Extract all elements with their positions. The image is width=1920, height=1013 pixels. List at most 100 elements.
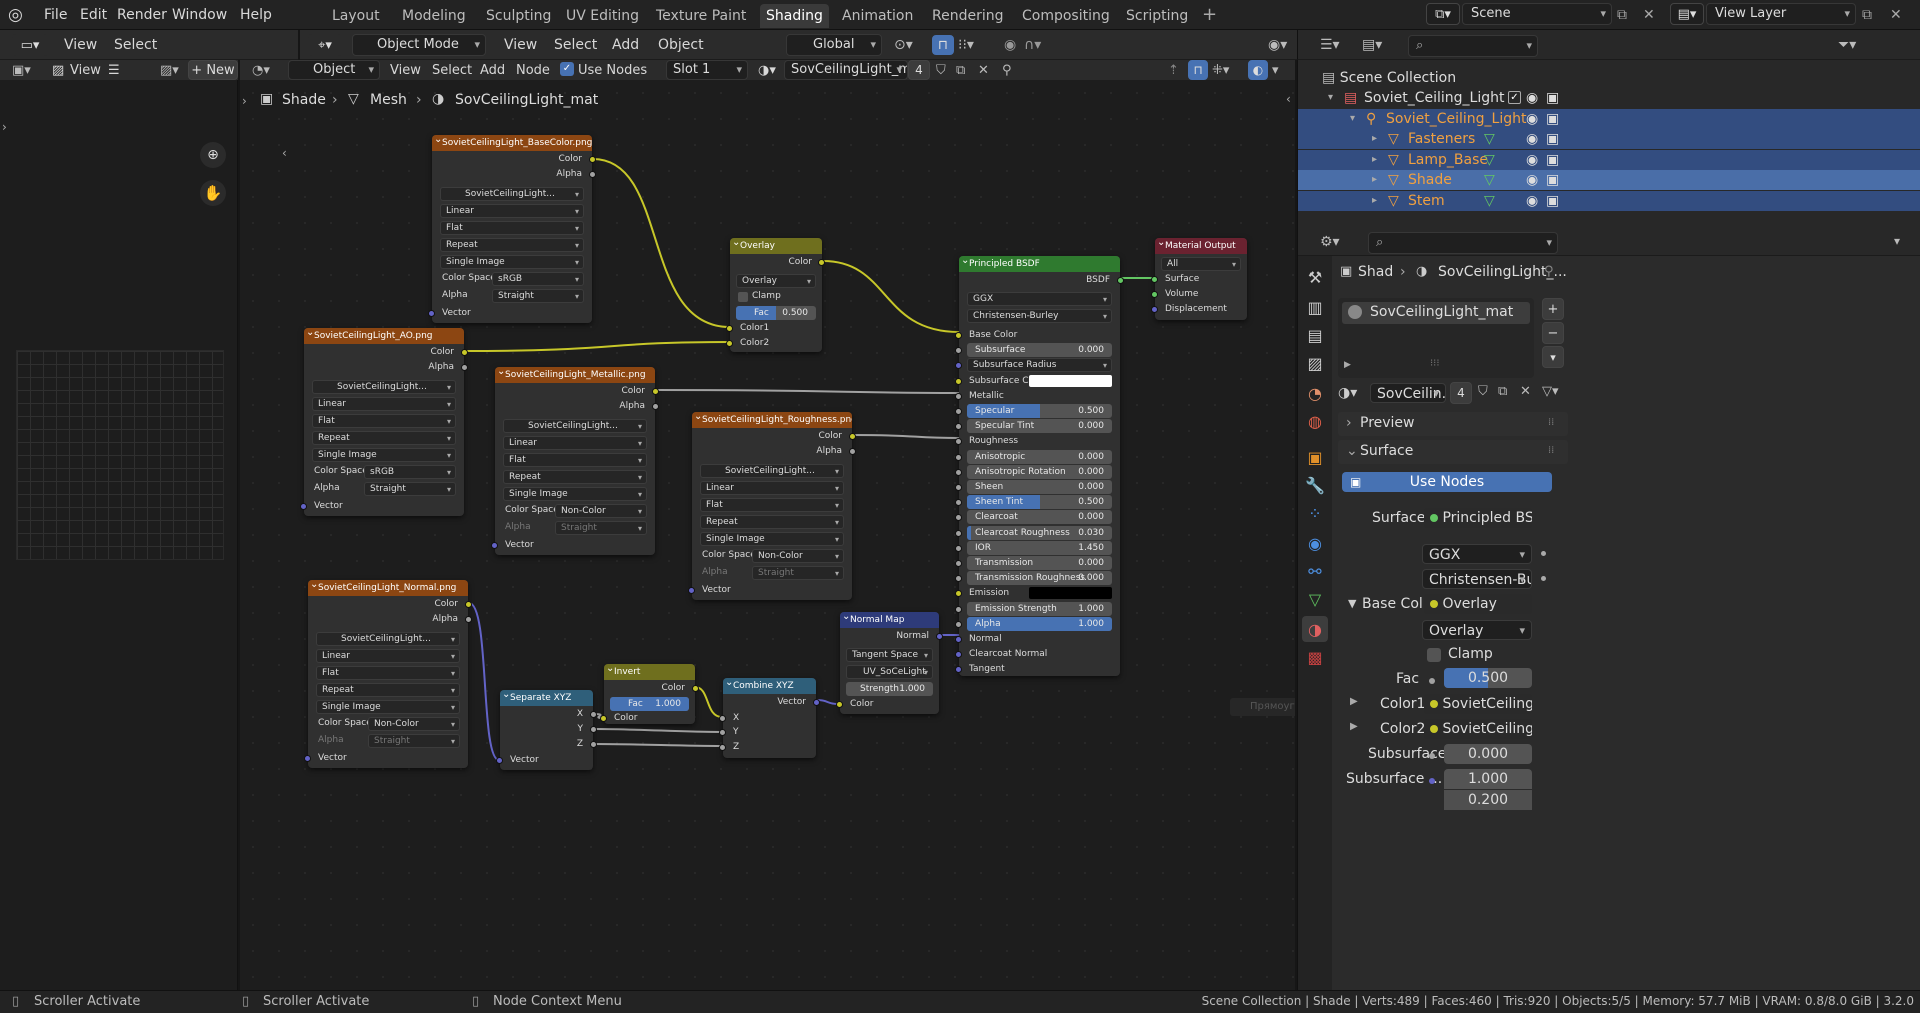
use-nodes-button[interactable]: ▣ Use Nodes bbox=[1342, 472, 1552, 492]
node-menu-node[interactable]: Node bbox=[516, 60, 550, 80]
material-slot-row[interactable]: SovCeilingLight_mat bbox=[1342, 302, 1530, 324]
duplicate-material-icon[interactable]: ⧉ bbox=[1498, 384, 1507, 399]
material-tab-icon[interactable]: ◑ bbox=[1302, 616, 1328, 642]
bsdf-input-slider[interactable]: Anisotropic Rotation 0.000 bbox=[967, 464, 1112, 479]
constraints-tab-icon[interactable]: ⚯ bbox=[1302, 558, 1328, 584]
socket-z-in[interactable] bbox=[719, 744, 726, 751]
subsurface-field[interactable]: 0.000 bbox=[1444, 744, 1532, 764]
socket-vector-in[interactable] bbox=[428, 310, 435, 317]
extension-dropdown[interactable]: Repeat bbox=[440, 238, 584, 252]
duplicate-material-icon[interactable]: ⧉ bbox=[956, 60, 965, 80]
socket-color2-in[interactable] bbox=[726, 340, 733, 347]
node-combine-xyz[interactable]: Combine XYZ Vector X Y Z bbox=[719, 678, 820, 758]
socket-color-out[interactable] bbox=[849, 433, 856, 440]
node-separate-xyz[interactable]: Separate XYZ X Y Z Vector bbox=[496, 690, 597, 770]
new-view-layer-icon[interactable]: ⧉ bbox=[1862, 0, 1872, 30]
bsdf-input-slider[interactable]: Clearcoat 0.000 bbox=[967, 510, 1112, 525]
menu-render[interactable]: Render bbox=[117, 0, 167, 30]
alpha-dropdown[interactable]: Straight bbox=[752, 566, 844, 580]
socket-alpha-out[interactable] bbox=[849, 448, 856, 455]
colorspace-dropdown[interactable]: sRGB bbox=[364, 465, 456, 479]
socket-color-out[interactable] bbox=[461, 349, 468, 356]
subsurface-method-dropdown[interactable]: Christensen-Burley bbox=[967, 309, 1112, 323]
pivot-icon[interactable]: ⊙▾ bbox=[894, 30, 913, 59]
socket-y-in[interactable] bbox=[719, 729, 726, 736]
image-datablock[interactable]: SovietCeilingLight... bbox=[316, 632, 460, 646]
socket-sheen-tint-in[interactable] bbox=[955, 499, 962, 507]
socket-anisotropic-rotation-in[interactable] bbox=[955, 468, 962, 476]
editor-type-icon[interactable]: ▭▾ bbox=[12, 34, 48, 56]
image-menu-icon[interactable]: ☰ bbox=[108, 60, 120, 80]
menu-view[interactable]: View bbox=[64, 30, 97, 59]
surface-panel-header[interactable]: ⌄ Surface ⁞⁞ bbox=[1338, 440, 1568, 464]
subsurface-radius-y-field[interactable]: 0.200 bbox=[1444, 790, 1532, 810]
socket-specular-tint-in[interactable] bbox=[955, 423, 962, 431]
viewport-menu-view[interactable]: View bbox=[504, 30, 537, 59]
socket-emission-strength-in[interactable] bbox=[955, 605, 962, 613]
snap-target-icon[interactable]: ⁝⁝▾ bbox=[958, 30, 974, 59]
expand-arrow-icon[interactable]: ▸ bbox=[1372, 191, 1377, 211]
projection-dropdown[interactable]: Flat bbox=[316, 666, 460, 680]
scene-collection-row[interactable]: ▤ Scene Collection bbox=[1298, 68, 1920, 88]
material-name-field[interactable]: SovCeilin... bbox=[1370, 383, 1446, 403]
slot-dropdown[interactable]: Slot 1 bbox=[666, 60, 748, 80]
menu-help[interactable]: Help bbox=[240, 0, 272, 30]
socket-metallic-in[interactable] bbox=[955, 392, 962, 400]
image-datablock[interactable]: SovietCeilingLight... bbox=[503, 419, 647, 433]
node-roughness-texture[interactable]: SovietCeilingLight_Roughness.png Color A… bbox=[688, 412, 856, 600]
node-overlays-icon[interactable]: ◐ bbox=[1248, 60, 1268, 80]
fake-user-icon[interactable]: ⛉ bbox=[936, 60, 946, 80]
viewport-menu-add[interactable]: Add bbox=[612, 30, 639, 59]
socket-surface-in[interactable] bbox=[1151, 276, 1158, 283]
outliner-search-input[interactable] bbox=[1408, 35, 1538, 57]
socket-vector-out[interactable] bbox=[813, 699, 820, 706]
extension-dropdown[interactable]: Repeat bbox=[700, 515, 844, 529]
image-editor-type-icon[interactable]: ▣▾ bbox=[12, 60, 31, 80]
extension-dropdown[interactable]: Repeat bbox=[503, 470, 647, 484]
socket-displacement-in[interactable] bbox=[1151, 306, 1158, 313]
bsdf-input-slider[interactable]: Sheen 0.000 bbox=[967, 480, 1112, 494]
alpha-dropdown[interactable]: Straight bbox=[364, 482, 456, 496]
viewport-menu-object[interactable]: Object bbox=[658, 30, 704, 59]
outliner-row[interactable]: ▸ ▽ Fasteners ▽ ◉ ▣ bbox=[1298, 129, 1920, 149]
color-swatch[interactable] bbox=[1029, 374, 1112, 387]
extension-dropdown[interactable]: Repeat bbox=[312, 431, 456, 445]
output-tab-icon[interactable]: ▤ bbox=[1302, 322, 1328, 348]
camera-icon[interactable]: ▣ bbox=[1546, 109, 1559, 129]
menu-file[interactable]: File bbox=[44, 0, 67, 30]
bsdf-input-slider[interactable]: Anisotropic 0.000 bbox=[967, 449, 1112, 464]
socket-x-out[interactable] bbox=[590, 711, 597, 718]
blend-mode-dropdown[interactable]: Overlay bbox=[736, 274, 816, 288]
fac-slider[interactable]: Fac 1.000 bbox=[610, 697, 689, 711]
new-scene-icon[interactable]: ⧉ bbox=[1617, 0, 1627, 30]
outliner-row[interactable]: ▸ ▽ Lamp_Base ▽ ◉ ▣ bbox=[1298, 149, 1920, 170]
texture-tab-icon[interactable]: ▩ bbox=[1302, 644, 1328, 670]
fac-slider[interactable]: 0.500 bbox=[1444, 668, 1532, 688]
interpolation-dropdown[interactable]: Linear bbox=[503, 436, 647, 450]
collapse-arrow-icon[interactable]: ‹ bbox=[282, 146, 287, 160]
object-tab-icon[interactable]: ▣ bbox=[1302, 444, 1328, 470]
source-dropdown[interactable]: Single Image bbox=[503, 487, 647, 501]
bsdf-input-slider[interactable]: Transmission 0.000 bbox=[967, 556, 1112, 570]
node-overlay[interactable]: Overlay Color Overlay Clamp Fac 0.500 Co… bbox=[726, 238, 825, 352]
source-dropdown[interactable]: Single Image bbox=[440, 255, 584, 269]
socket-sheen-in[interactable] bbox=[955, 484, 962, 491]
camera-icon[interactable]: ▣ bbox=[1546, 170, 1559, 190]
mesh-data-icon[interactable]: ▽ bbox=[1484, 191, 1495, 211]
tab-shading[interactable]: Shading bbox=[760, 4, 829, 28]
socket-transmission-roughness-in[interactable] bbox=[955, 575, 962, 583]
outliner-row[interactable]: ▸ ▽ Shade ▽ ◉ ▣ bbox=[1298, 170, 1920, 190]
eye-icon[interactable]: ◉ bbox=[1526, 129, 1538, 149]
camera-icon[interactable]: ▣ bbox=[1546, 191, 1559, 211]
properties-search-input[interactable] bbox=[1368, 232, 1558, 254]
socket-normal-out[interactable] bbox=[936, 633, 943, 640]
node-ao-texture[interactable]: SovietCeilingLight_AO.png Color Alpha So… bbox=[300, 328, 468, 516]
delete-scene-icon[interactable]: ✕ bbox=[1643, 0, 1655, 30]
socket-alpha-out[interactable] bbox=[589, 171, 596, 178]
colorspace-dropdown[interactable]: Non-Color bbox=[752, 549, 844, 563]
tab-animation[interactable]: Animation bbox=[836, 4, 919, 28]
subsurface-radius-x-field[interactable]: 1.000 bbox=[1444, 769, 1532, 789]
viewport-menu-select[interactable]: Select bbox=[554, 30, 597, 59]
material-browse-icon[interactable]: ◑▾ bbox=[1338, 382, 1372, 404]
socket-ior-in[interactable] bbox=[955, 544, 962, 552]
